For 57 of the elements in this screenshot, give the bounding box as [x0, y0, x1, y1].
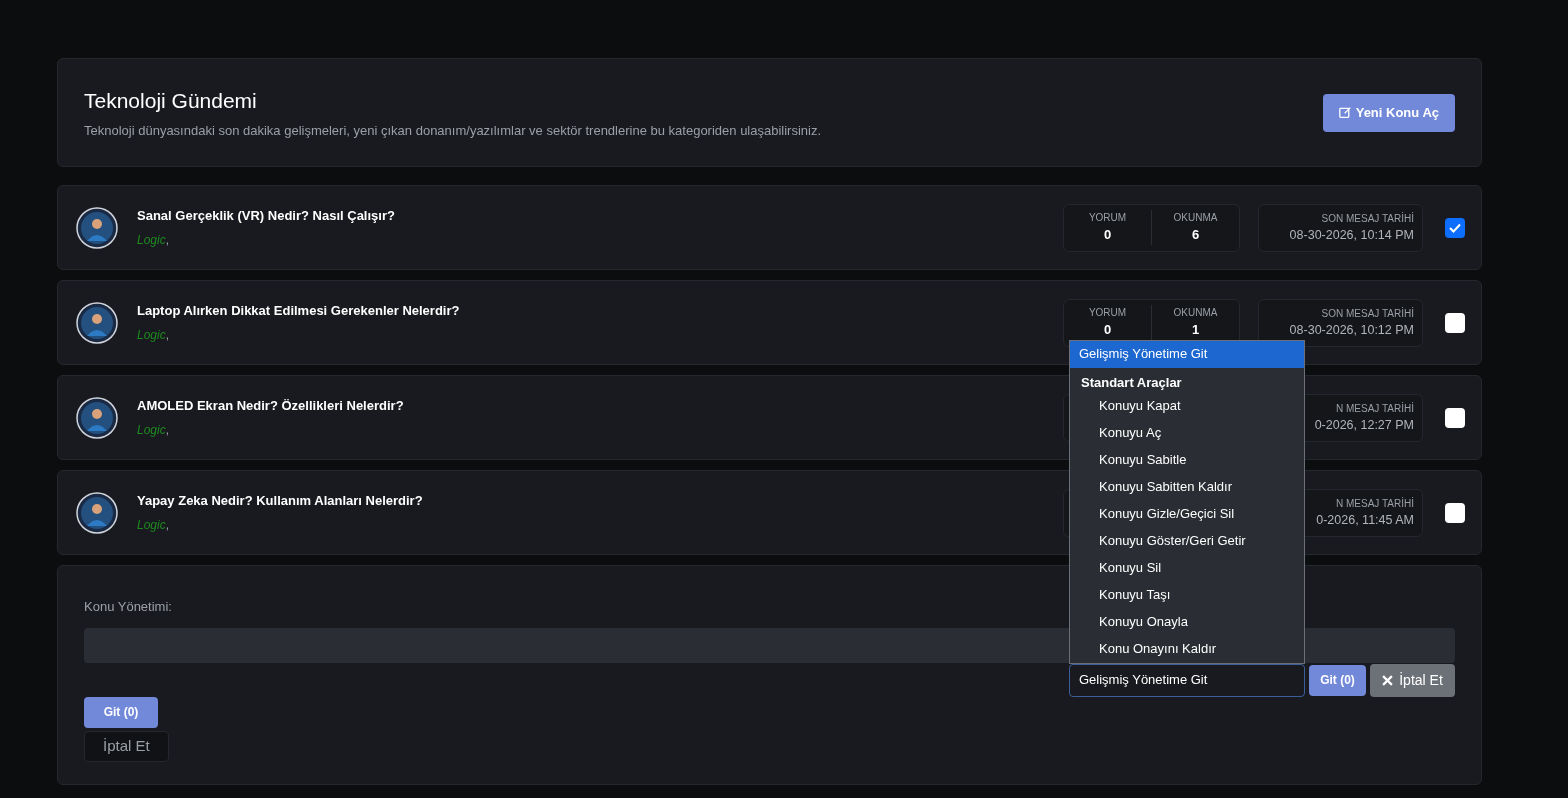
- stat-label: YORUM: [1088, 306, 1127, 321]
- moderation-label: Konu Yönetimi:: [84, 598, 173, 616]
- edit-icon: [1338, 106, 1352, 119]
- check-icon: [1449, 222, 1461, 233]
- date-value: 08-30-2026, 10:14 PM: [1289, 226, 1414, 244]
- dropdown-option[interactable]: Konuyu Gizle/Geçici Sil: [1070, 500, 1304, 528]
- topic-title[interactable]: AMOLED Ekran Nedir? Özellikleri Nelerdir?: [137, 395, 1063, 416]
- date-label: SON MESAJ TARİHİ: [1321, 211, 1414, 226]
- close-icon: [1382, 674, 1394, 686]
- avatar-icon: [76, 301, 118, 344]
- dropdown-option[interactable]: Konuyu Onayla: [1070, 608, 1304, 636]
- dropdown-option[interactable]: Konuyu Sil: [1070, 554, 1304, 582]
- date-label: N MESAJ TARİHİ: [1336, 496, 1414, 511]
- avatar-icon: [76, 206, 118, 249]
- category-description: Teknoloji dünyasındaki son dakika gelişmeleri, yeni çıkan donanım/yazılımlar ve sektör trendlerine bu kategoriden ulaşabilirsiniz.: [84, 121, 822, 140]
- author-link[interactable]: Logic: [137, 516, 166, 535]
- checkbox[interactable]: [1445, 217, 1465, 238]
- stat-label: OKUNMA: [1173, 211, 1218, 226]
- dropdown-option[interactable]: Konuyu Sabitle: [1070, 446, 1304, 474]
- stat-value: 6: [1191, 226, 1200, 245]
- stat-label: YORUM: [1088, 211, 1127, 226]
- topic-title[interactable]: Yapay Zeka Nedir? Kullanım Alanları Nelerdir?: [137, 490, 1063, 511]
- dropdown-option[interactable]: Konuyu Aç: [1070, 419, 1304, 447]
- action-select[interactable]: Gelişmiş Yönetime Git: [1069, 663, 1305, 697]
- category-title: Teknoloji Gündemi: [84, 88, 258, 114]
- date-value: 0-2026, 11:45 AM: [1316, 511, 1414, 529]
- dropdown-option[interactable]: Konuyu Sabitten Kaldır: [1070, 473, 1304, 501]
- checkbox[interactable]: [1445, 312, 1465, 333]
- dropdown-option[interactable]: Konuyu Göster/Geri Getir: [1070, 527, 1304, 555]
- avatar-icon: [76, 491, 118, 534]
- author-link[interactable]: Logic: [137, 421, 166, 440]
- cancel-button[interactable]: İptal Et: [1370, 663, 1455, 697]
- date-label: SON MESAJ TARİHİ: [1321, 306, 1414, 321]
- dropdown-option[interactable]: Gelişmiş Yönetime Git: [1070, 340, 1304, 368]
- separator-text: ,: [165, 422, 170, 440]
- stat-label: OKUNMA: [1173, 306, 1218, 321]
- date-value: 08-30-2026, 10:12 PM: [1289, 321, 1414, 339]
- dropdown-option[interactable]: Konu Onayını Kaldır: [1070, 635, 1304, 663]
- dropdown-option[interactable]: Konuyu Kapat: [1070, 392, 1304, 420]
- stat-value: 0: [1103, 226, 1112, 245]
- stat-value: 1: [1191, 321, 1200, 340]
- separator-text: ,: [165, 232, 170, 250]
- separator-text: ,: [165, 517, 170, 535]
- dropdown-option[interactable]: Konuyu Taşı: [1070, 581, 1304, 609]
- date-value: 0-2026, 12:27 PM: [1314, 416, 1414, 434]
- option-group-label: Standart Araçlar: [1080, 374, 1183, 392]
- stat-value: 0: [1103, 321, 1112, 340]
- cancel-button[interactable]: İptal Et: [84, 730, 169, 762]
- checkbox[interactable]: [1445, 407, 1465, 428]
- topic-title[interactable]: Sanal Gerçeklik (VR) Nedir? Nasıl Çalışır?: [137, 205, 1063, 226]
- topic-title[interactable]: Laptop Alırken Dikkat Edilmesi Gerekenler Nelerdir?: [137, 300, 1063, 321]
- author-link[interactable]: Logic: [137, 231, 166, 250]
- checkbox[interactable]: [1445, 502, 1465, 523]
- author-link[interactable]: Logic: [137, 326, 166, 345]
- date-label: N MESAJ TARİHİ: [1336, 401, 1414, 416]
- avatar-icon: [76, 396, 118, 439]
- separator-text: ,: [165, 327, 170, 345]
